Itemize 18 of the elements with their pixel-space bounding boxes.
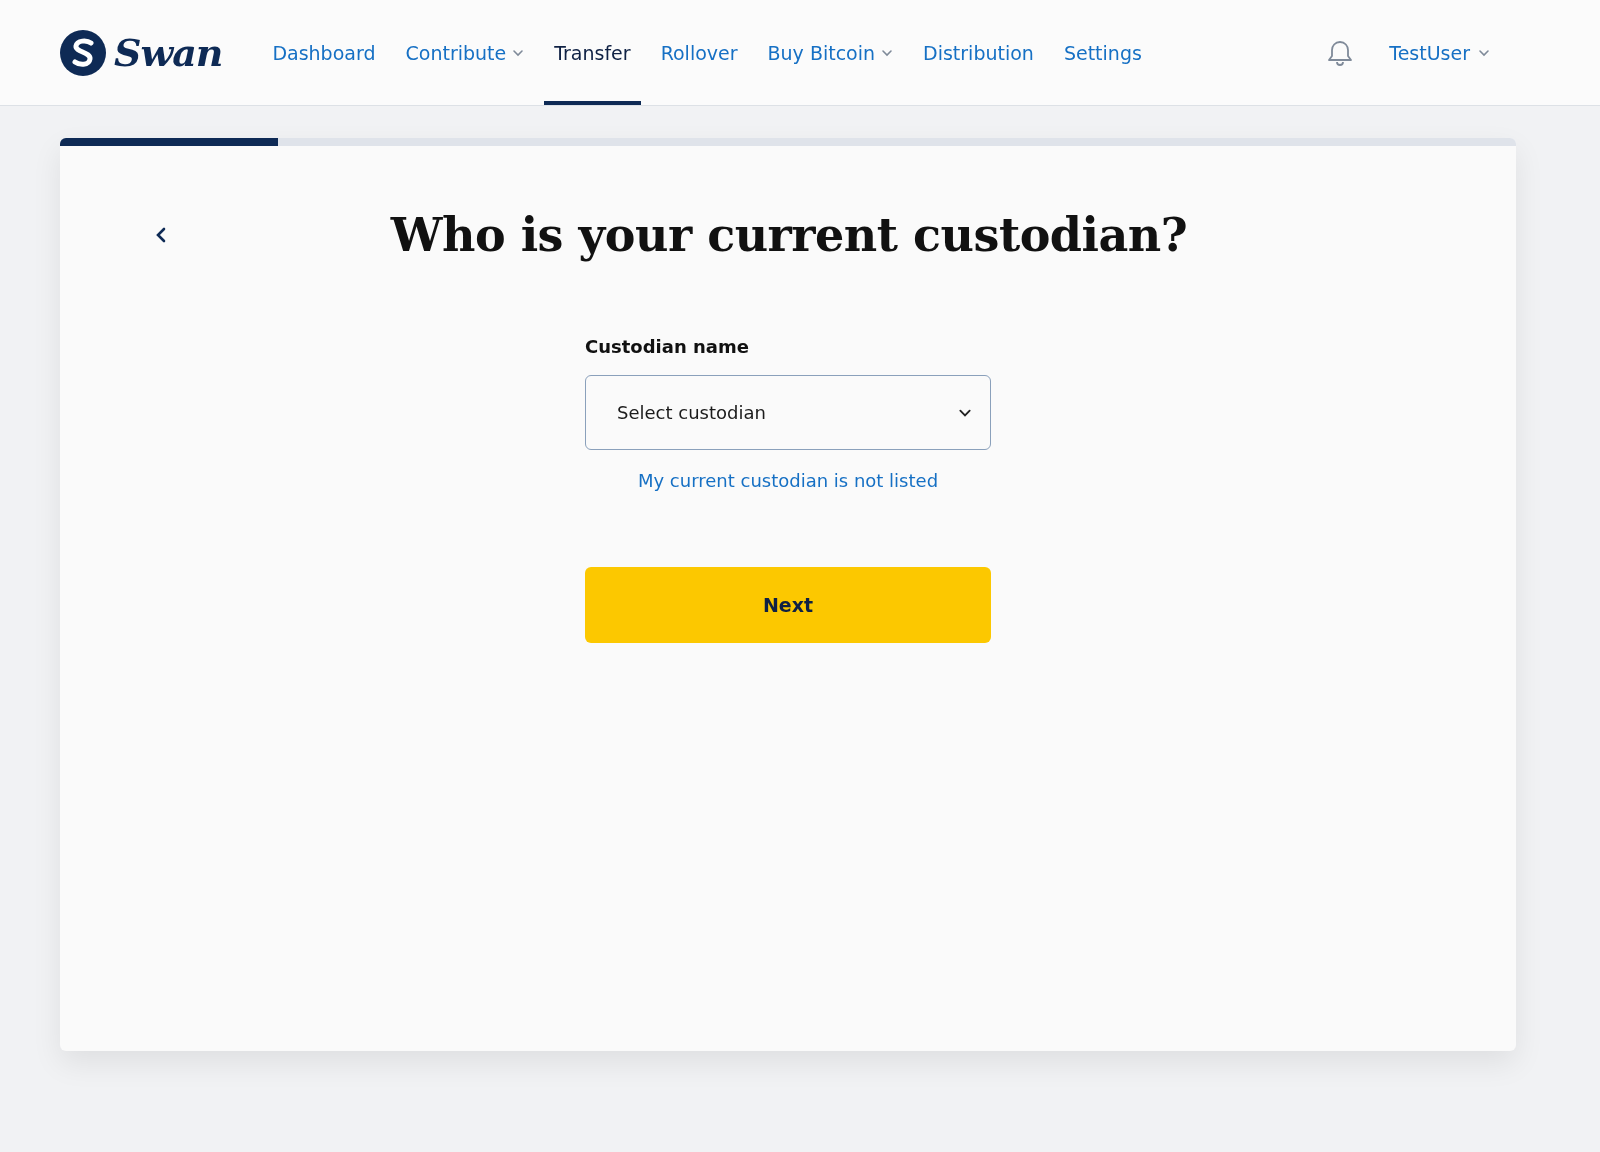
logo-text: Swan [114,30,223,75]
nav-tab[interactable]: Dashboard [262,0,386,105]
user-menu[interactable]: TestUser [1389,41,1490,64]
custodian-select[interactable]: Select custodian [585,375,991,450]
not-listed-link[interactable]: My current custodian is not listed [637,470,939,491]
nav-tab[interactable]: Transfer [544,0,641,105]
chevron-left-icon [154,226,168,244]
nav-tab[interactable]: Distribution [913,0,1044,105]
nav-tab[interactable]: Rollover [650,0,748,105]
bell-icon[interactable] [1327,38,1354,67]
select-placeholder: Select custodian [617,402,766,423]
nav-tab[interactable]: Settings [1053,0,1152,105]
field-label: Custodian name [585,336,750,357]
page-title: Who is your current custodian? [389,208,1189,262]
nav-tab[interactable]: Buy Bitcoin [757,0,904,105]
logo-icon [60,29,106,76]
next-button[interactable]: Next [585,567,991,643]
nav-tab[interactable]: Contribute [395,0,535,105]
